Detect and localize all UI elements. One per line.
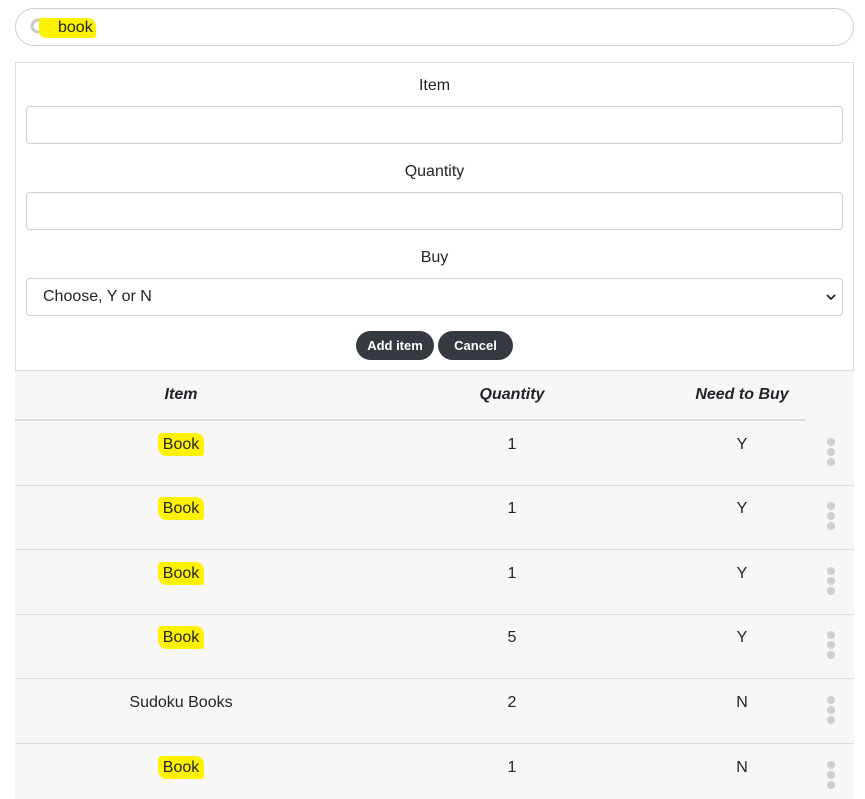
table-row: Book 5 Y bbox=[15, 615, 854, 679]
buy-label: Buy bbox=[420, 249, 449, 266]
item-name: Book bbox=[157, 626, 205, 649]
header-item: Item bbox=[164, 386, 198, 403]
item-quantity: 5 bbox=[507, 629, 517, 646]
quantity-input[interactable] bbox=[26, 192, 843, 230]
items-table: Item Quantity Need to Buy Book 1 Y Book … bbox=[15, 371, 854, 799]
more-options-icon[interactable] bbox=[826, 696, 836, 724]
item-need: Y bbox=[736, 565, 748, 582]
more-options-icon[interactable] bbox=[826, 502, 836, 530]
table-row: Book 1 N bbox=[15, 745, 854, 799]
item-quantity: 1 bbox=[507, 565, 517, 582]
item-input[interactable] bbox=[26, 106, 843, 144]
item-name: Book bbox=[157, 497, 205, 520]
cancel-button[interactable]: Cancel bbox=[438, 331, 513, 360]
item-name: Sudoku Books bbox=[129, 694, 233, 711]
item-name: Book bbox=[157, 756, 205, 779]
item-quantity: 1 bbox=[507, 436, 517, 453]
header-quantity: Quantity bbox=[479, 386, 545, 403]
header-need-to-buy: Need to Buy bbox=[695, 386, 789, 403]
table-row: Sudoku Books 2 N bbox=[15, 680, 854, 744]
more-options-icon[interactable] bbox=[826, 567, 836, 595]
item-label: Item bbox=[418, 77, 451, 94]
quantity-label: Quantity bbox=[404, 163, 465, 180]
add-item-button[interactable]: Add item bbox=[356, 331, 434, 360]
search-input[interactable]: book bbox=[39, 18, 96, 38]
table-header: Item Quantity Need to Buy bbox=[15, 371, 806, 421]
more-options-icon[interactable] bbox=[826, 631, 836, 659]
chevron-down-icon bbox=[826, 294, 836, 301]
item-need: Y bbox=[736, 629, 748, 646]
table-row: Book 1 Y bbox=[15, 551, 854, 615]
table-row: Book 1 Y bbox=[15, 422, 854, 486]
item-quantity: 1 bbox=[507, 500, 517, 517]
item-name: Book bbox=[157, 433, 205, 456]
more-options-icon[interactable] bbox=[826, 761, 836, 789]
buy-select-value: Choose, Y or N bbox=[43, 288, 152, 305]
add-item-form: Item Quantity Buy Choose, Y or N Add ite… bbox=[15, 62, 854, 371]
item-name: Book bbox=[157, 562, 205, 585]
item-quantity: 2 bbox=[507, 694, 517, 711]
more-options-icon[interactable] bbox=[826, 438, 836, 466]
table-row: Book 1 Y bbox=[15, 486, 854, 550]
item-quantity: 1 bbox=[507, 759, 517, 776]
item-need: Y bbox=[736, 436, 748, 453]
item-need: Y bbox=[736, 500, 748, 517]
search-bar[interactable]: book bbox=[15, 8, 854, 46]
buy-select[interactable]: Choose, Y or N bbox=[26, 278, 843, 316]
item-need: N bbox=[736, 759, 748, 776]
item-need: N bbox=[736, 694, 748, 711]
